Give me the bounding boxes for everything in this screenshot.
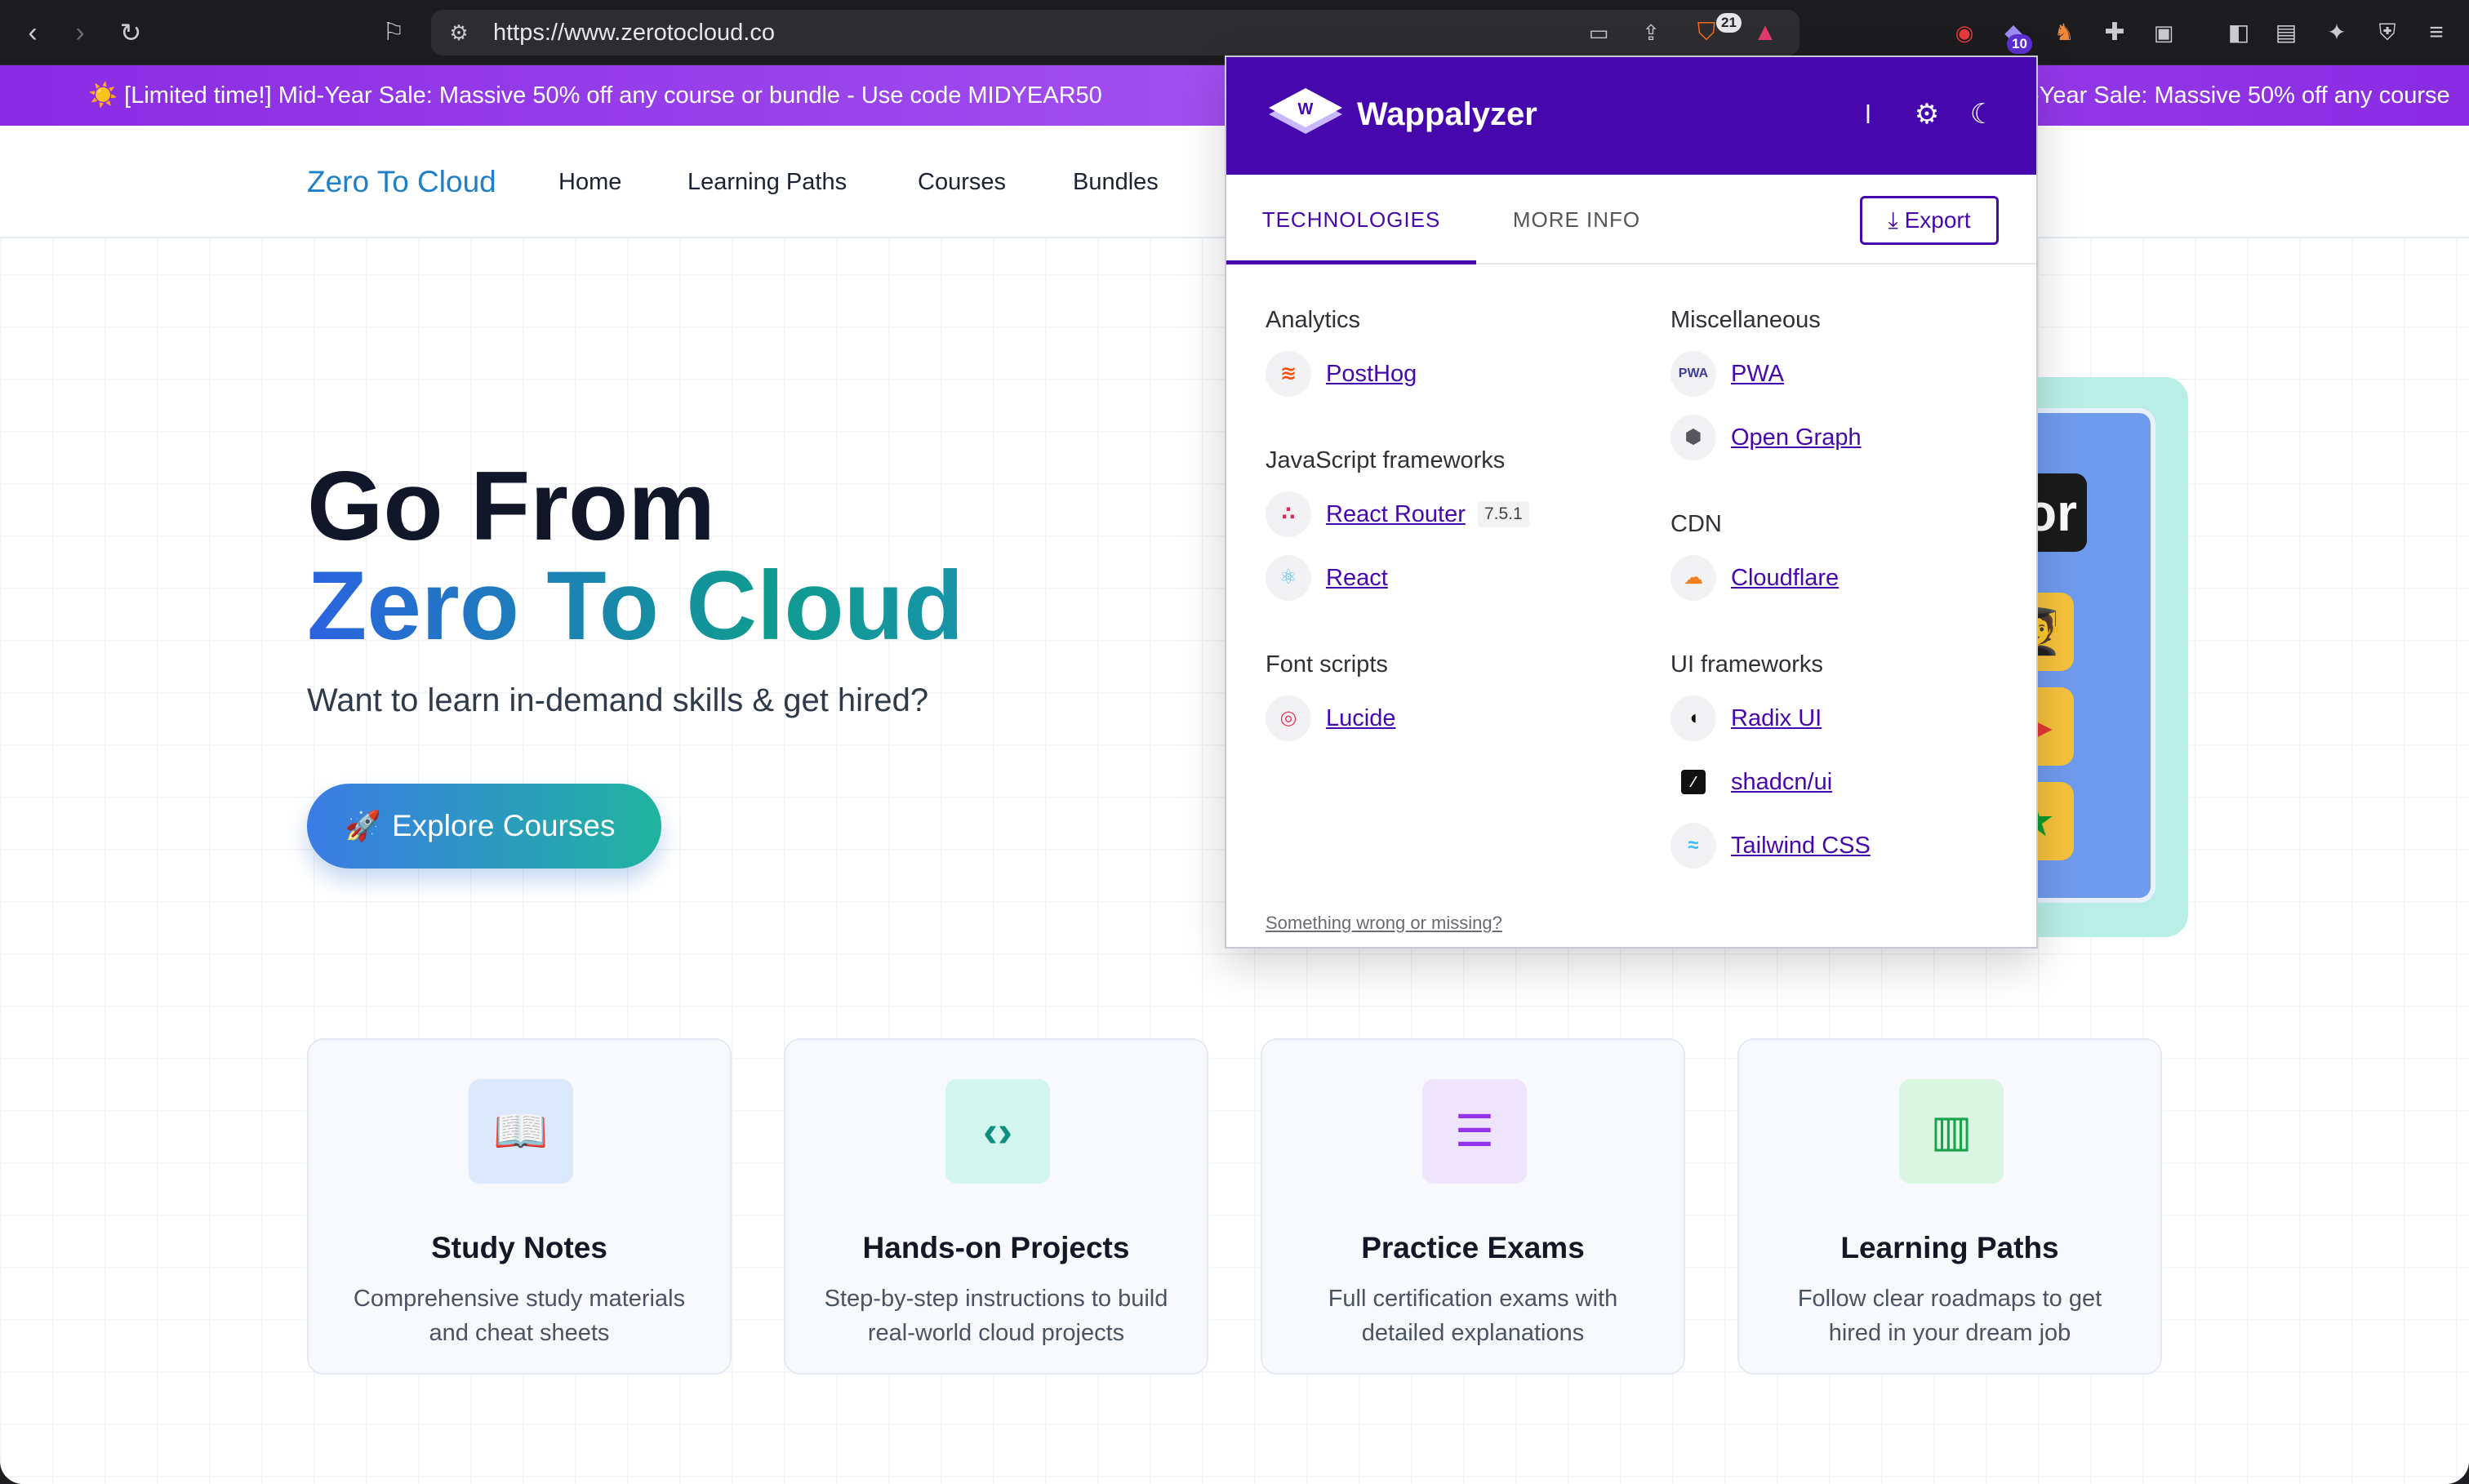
download-icon: ⤓ [1888,207,1905,233]
vpn-icon[interactable]: ⛨ [2371,16,2404,49]
shadcn-icon: ⁄ [1681,770,1706,794]
posthog-icon: ≋ [1266,351,1311,397]
feature-desc: Step-by-step instructions to build real-… [824,1286,1168,1346]
feature-card-hands-on-projects[interactable]: ‹› Hands-on Projects Step-by-step instru… [784,1038,1208,1375]
nav-link-home[interactable]: Home [558,126,621,238]
code-icon: ‹› [945,1079,1050,1184]
wappalyzer-popup: W Wappalyzer ⏽ ⚙ ☾ TECHNOLOGIES MORE INF… [1225,56,2038,949]
hero-subtitle: Want to learn in-demand skills & get hir… [307,682,929,718]
react-router-icon: ∴ [1266,491,1311,537]
share-icon[interactable]: ⇪ [1635,16,1667,49]
feature-title: Study Notes [431,1231,607,1264]
feature-title: Learning Paths [1840,1231,2059,1264]
back-icon[interactable]: ‹ [16,16,49,49]
gear-icon[interactable]: ⚙ [1911,98,1943,131]
hero-title-line2: Zero To Cloud [307,551,964,660]
tab-search-icon[interactable]: ▣ [2147,16,2180,49]
extensions-icon[interactable]: ✚ [2098,16,2131,49]
feature-title: Hands-on Projects [862,1231,1130,1264]
category-analytics: Analytics [1266,307,1361,333]
sidebar-icon[interactable]: ◧ [2222,16,2255,49]
explore-courses-label: Explore Courses [392,809,616,842]
tech-name[interactable]: Lucide [1326,695,1395,741]
promo-text-repeat: -Year Sale: Massive 50% off any course [2031,82,2450,109]
feature-card-study-notes[interactable]: 📖 Study Notes Comprehensive study materi… [307,1038,732,1375]
explore-courses-button[interactable]: 🚀 Explore Courses [307,784,661,869]
brand-logo[interactable]: Zero To Cloud [307,126,496,238]
bookmark-icon[interactable]: ⚐ [377,16,410,49]
eye-extension-icon[interactable]: ◉ [1948,16,1981,49]
category-ui-frameworks: UI frameworks [1670,651,1823,678]
feature-desc: Full certification exams with detailed e… [1328,1286,1618,1346]
tech-name[interactable]: React [1326,555,1388,601]
wappalyzer-logo-icon: W [1269,88,1342,134]
hero-title-line1: Go From [307,451,715,561]
wappalyzer-header: W Wappalyzer ⏽ ⚙ ☾ [1226,57,2036,175]
tab-technologies[interactable]: TECHNOLOGIES [1226,175,1476,264]
forward-icon[interactable]: › [64,16,96,49]
tech-version: 7.5.1 [1478,501,1529,527]
tech-name[interactable]: Open Graph [1731,415,1862,460]
reload-icon[interactable]: ↻ [114,16,147,49]
wallet-icon[interactable]: ▤ [2270,16,2302,49]
pwa-icon: PWA [1670,351,1716,397]
feature-card-practice-exams[interactable]: ☰ Practice Exams Full certification exam… [1261,1038,1685,1375]
radix-ui-icon: ◖ [1670,695,1716,741]
nav-link-bundles[interactable]: Bundles [1073,126,1159,238]
tech-name[interactable]: shadcn/ui [1731,759,1832,805]
feature-title: Practice Exams [1361,1231,1585,1264]
feature-desc: Comprehensive study materials and cheat … [353,1286,686,1346]
wappalyzer-title: Wappalyzer [1357,96,1537,132]
tab-more-info[interactable]: MORE INFO [1476,175,1677,264]
tech-name[interactable]: React Router [1326,491,1466,537]
open-graph-icon: ⬢ [1670,415,1716,460]
tech-name[interactable]: Tailwind CSS [1731,823,1871,869]
something-wrong-link[interactable]: Something wrong or missing? [1266,913,1502,934]
category-font-scripts: Font scripts [1266,651,1388,678]
tech-name[interactable]: PWA [1731,351,1784,397]
category-cdn: CDN [1670,511,1722,537]
export-button[interactable]: ⤓ Export [1860,196,1999,245]
file-text-icon: ☰ [1422,1079,1527,1184]
shield-count-badge: 21 [1716,13,1742,33]
toggle-icon[interactable]: ⏽ [1852,98,1884,131]
nav-link-courses[interactable]: Courses [918,126,1006,238]
tech-name[interactable]: Cloudflare [1731,555,1839,601]
url-text: https://www.zerotocloud.co [493,20,775,46]
feature-card-learning-paths[interactable]: ▥ Learning Paths Follow clear roadmaps t… [1737,1038,2162,1375]
export-label: Export [1904,207,1971,233]
nav-link-learning-paths[interactable]: Learning Paths [687,126,847,238]
category-javascript-frameworks: JavaScript frameworks [1266,447,1506,473]
promo-text: ☀️ [Limited time!] Mid-Year Sale: Massiv… [88,82,1102,109]
cloudflare-icon: ☁ [1670,555,1716,601]
tailwind-icon: ≈ [1670,823,1716,869]
moon-icon[interactable]: ☾ [1966,98,1999,131]
leo-ai-icon[interactable]: ✦ [2320,16,2353,49]
brave-rewards-icon[interactable]: ▲ [1749,16,1782,49]
react-icon: ⚛ [1266,555,1311,601]
menu-icon[interactable]: ≡ [2420,16,2453,49]
map-icon: ▥ [1899,1079,2004,1184]
book-icon: 📖 [469,1079,573,1184]
address-bar[interactable]: ⚙ https://www.zerotocloud.co ▭ ⇪ ⛉ 21 ▲ [431,10,1799,56]
tech-name[interactable]: PostHog [1326,351,1417,397]
category-miscellaneous: Miscellaneous [1670,307,1821,333]
tech-name[interactable]: Radix UI [1731,695,1822,741]
svg-text:W: W [1298,100,1314,118]
wappalyzer-count-badge: 10 [2007,34,2032,54]
cast-icon[interactable]: ▭ [1582,16,1615,49]
fox-extension-icon[interactable]: ♞ [2048,16,2080,49]
feature-desc: Follow clear roadmaps to get hired in yo… [1797,1286,2102,1346]
wappalyzer-tabs: TECHNOLOGIES MORE INFO ⤓ Export [1226,175,2036,264]
site-settings-icon[interactable]: ⚙ [443,16,475,49]
rocket-icon: 🚀 [345,809,381,842]
lucide-icon: ◎ [1266,695,1311,741]
